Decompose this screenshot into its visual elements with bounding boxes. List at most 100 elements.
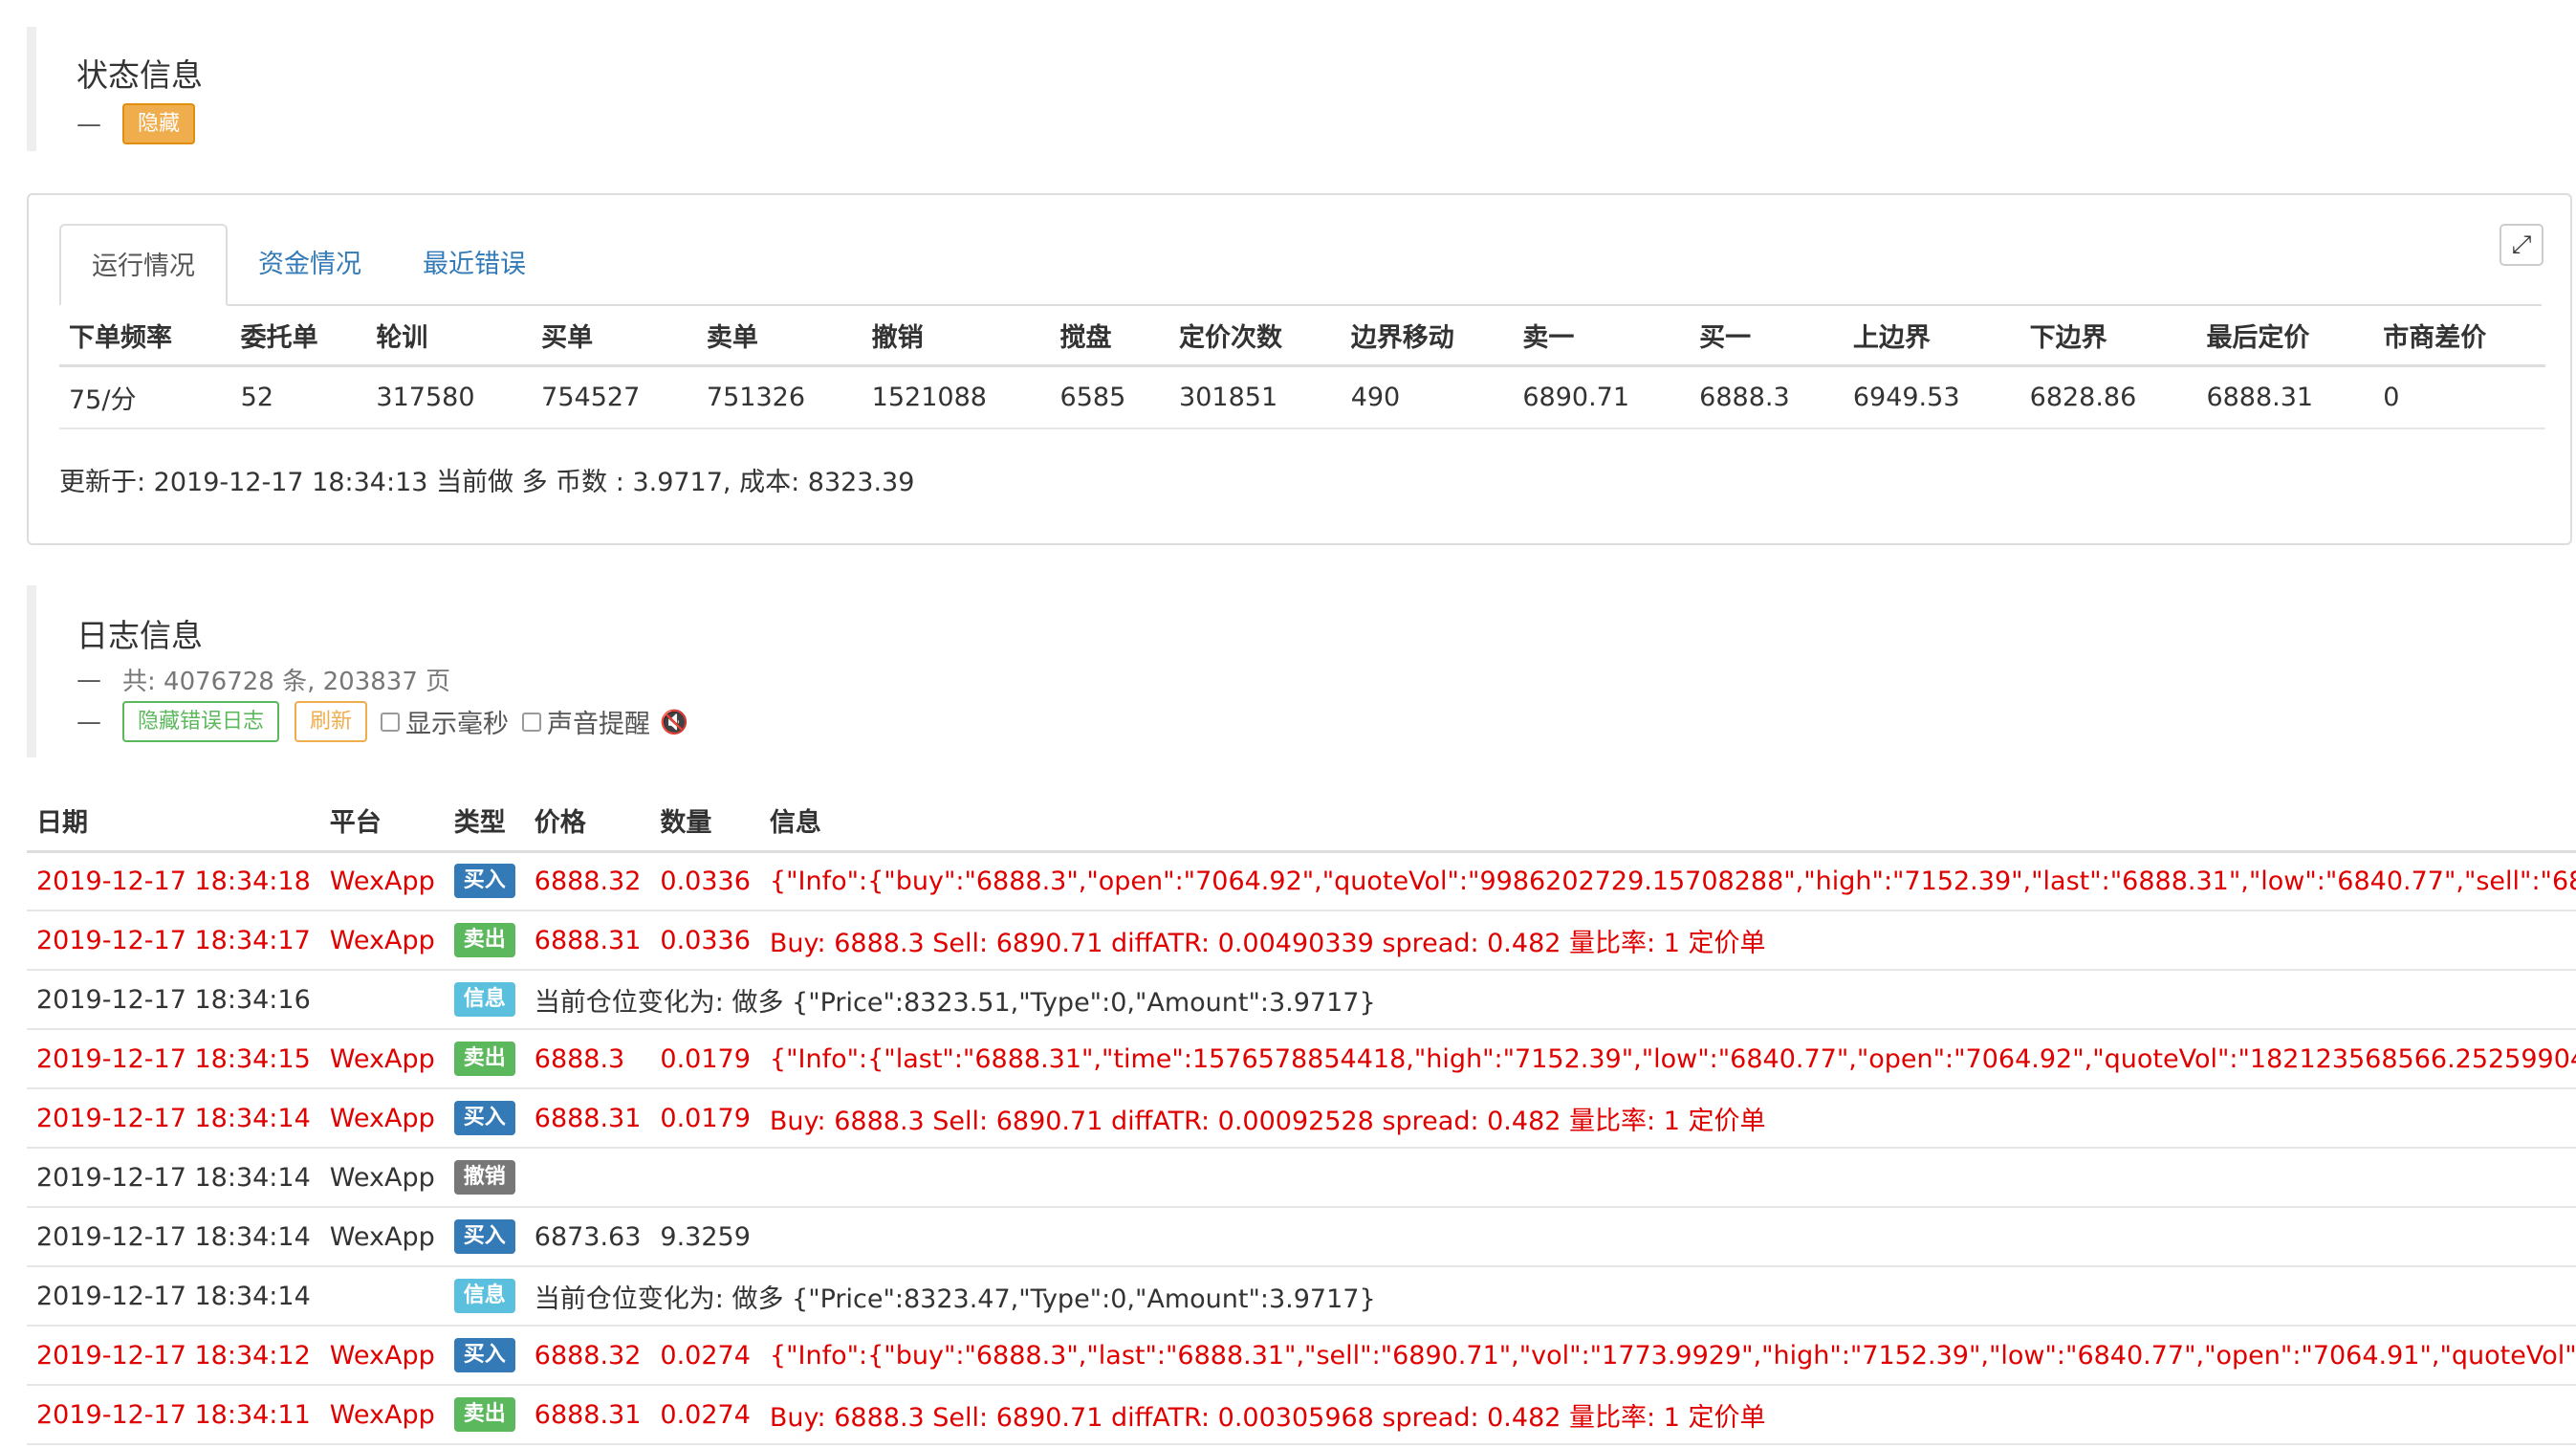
expand-icon: ⤢	[2511, 230, 2532, 259]
update-status-text: 更新于: 2019-12-17 18:34:13 当前做 多 币数 : 3.97…	[59, 468, 915, 497]
log-type: 买入	[444, 1207, 525, 1267]
log-platform: WexApp	[319, 851, 445, 911]
log-platform: WexApp	[319, 1326, 445, 1386]
log-row: 2019-12-17 18:34:15 WexApp 卖出 6888.3 0.0179{…	[27, 1029, 2576, 1089]
status-cell: 751326	[696, 365, 862, 429]
status-column-header: 最后定价	[2196, 306, 2374, 367]
dash: —	[76, 707, 101, 736]
status-column-header: 上边界	[1843, 306, 2020, 367]
log-price: 6888.31	[524, 1385, 651, 1445]
status-column-header: 轮训	[366, 306, 533, 367]
status-cell: 75/分	[59, 365, 231, 429]
tab-0[interactable]: 运行情况	[59, 224, 228, 306]
log-info: {"Info":{"buy":"6888.3","last":"6888.31"…	[759, 1326, 2576, 1386]
log-row: 2019-12-17 18:34:14 WexApp 撤销	[27, 1148, 2576, 1208]
log-date: 2019-12-17 18:34:14	[27, 1207, 320, 1267]
status-table-row: 75/分 52 317580 754527 751326 1521088 6585 30185…	[59, 365, 2545, 429]
log-column-header: 信息	[759, 790, 2576, 853]
log-info	[759, 1207, 2576, 1267]
log-date: 2019-12-17 18:34:11	[27, 1385, 320, 1445]
status-cell: 6828.86	[2019, 365, 2197, 429]
status-column-header: 买单	[532, 306, 697, 367]
log-date: 2019-12-17 18:34:14	[27, 1148, 320, 1208]
hide-status-button[interactable]: 隐藏	[122, 103, 196, 144]
log-controls-line: — 隐藏错误日志 刷新 显示毫秒 声音提醒 🔇	[76, 701, 688, 742]
log-date: 2019-12-17 18:34:15	[27, 1029, 320, 1089]
status-section-title: 状态信息	[76, 56, 203, 94]
tab-1[interactable]: 资金情况	[228, 224, 392, 306]
log-type: 买入	[444, 851, 525, 911]
log-section-title: 日志信息	[76, 617, 203, 654]
sound-alert-checkbox[interactable]: 声音提醒	[522, 703, 650, 740]
log-column-header: 价格	[524, 790, 651, 853]
log-platform: WexApp	[319, 1385, 445, 1445]
show-ms-label: 显示毫秒	[405, 710, 510, 739]
log-amount: 9.3259	[650, 1207, 760, 1267]
log-info: {"Info":{"buy":"6888.3","open":"7064.92"…	[759, 851, 2576, 911]
log-platform: WexApp	[319, 1207, 445, 1267]
log-amount: 0.0274	[650, 1326, 760, 1386]
status-column-header: 边界移动	[1341, 306, 1514, 367]
log-info: 当前仓位变化为: 做多 {"Price":8323.51,"Type":0,"A…	[524, 970, 2576, 1030]
log-info: Buy: 6888.3 Sell: 6890.71 diffATR: 0.000…	[759, 1088, 2576, 1149]
log-price: 6888.31	[524, 1088, 651, 1149]
log-price: 6888.32	[524, 851, 651, 911]
status-table-header: 下单频率 委托单 轮训 买单 卖单 撤销 搅盘 定价次数 边界移动 卖一 买一 上边界 下边界 最后定价市…	[59, 306, 2545, 367]
log-summary: 共: 4076728 条, 203837 页	[122, 668, 451, 696]
log-row: 2019-12-17 18:34:11 WexApp 卖出 6888.31 0.0274…	[27, 1385, 2576, 1445]
log-platform: WexApp	[319, 1148, 445, 1208]
log-row: 2019-12-17 18:34:16 信息 当前仓位变化为: 做多 {"Price…	[27, 970, 2576, 1030]
log-table: 日期 平台 类型 价格 数量 信息 2019-12-17 18:34:18 WexApp 买入…	[27, 790, 2576, 1445]
log-amount: 0.0336	[650, 910, 760, 971]
log-amount: 0.0336	[650, 851, 760, 911]
status-cell: 52	[230, 365, 367, 429]
log-type: 买入	[444, 1088, 525, 1149]
log-amount: 0.0179	[650, 1088, 760, 1149]
log-info: {"Info":{"last":"6888.31","time":1576578…	[759, 1029, 2576, 1089]
status-panel: 运行情况 资金情况 最近错误 ⤢ 下单频率 委托单 轮训 买单 卖单 撤销 搅盘 定价次数 边界移动…	[27, 193, 2572, 545]
log-price: 6888.32	[524, 1326, 651, 1386]
speaker-muted-icon[interactable]: 🔇	[660, 709, 688, 735]
log-date: 2019-12-17 18:34:14	[27, 1088, 320, 1149]
log-date: 2019-12-17 18:34:16	[27, 970, 320, 1030]
status-column-header: 卖一	[1513, 306, 1691, 367]
log-info	[759, 1148, 2576, 1208]
sound-alert-label: 声音提醒	[547, 710, 651, 739]
status-cell: 317580	[366, 365, 533, 429]
type-badge-buy: 买入	[453, 1101, 515, 1135]
log-amount: 0.0274	[650, 1385, 760, 1445]
type-badge-buy: 买入	[453, 1338, 515, 1372]
status-column-header: 下单频率	[59, 306, 231, 367]
log-row: 2019-12-17 18:34:12 WexApp 买入 6888.32 0.0274…	[27, 1326, 2576, 1386]
log-price: 6888.3	[524, 1029, 651, 1089]
hide-error-log-button[interactable]: 隐藏错误日志	[122, 701, 280, 742]
refresh-button[interactable]: 刷新	[295, 701, 368, 742]
type-badge-sell: 卖出	[453, 1397, 515, 1432]
status-column-header: 买一	[1690, 306, 1844, 367]
status-cell: 301851	[1169, 365, 1342, 429]
checkbox-box[interactable]	[522, 712, 542, 732]
status-cell: 6890.71	[1513, 365, 1691, 429]
log-platform	[319, 970, 445, 1030]
log-date: 2019-12-17 18:34:14	[27, 1266, 320, 1327]
log-price: 6873.63	[524, 1207, 651, 1267]
status-column-header: 搅盘	[1050, 306, 1170, 367]
log-price: 6888.31	[524, 910, 651, 971]
tab-2[interactable]: 最近错误	[392, 224, 557, 306]
log-type: 卖出	[444, 1029, 525, 1089]
log-row: 2019-12-17 18:34:14 信息 当前仓位变化为: 做多 {"Price…	[27, 1266, 2576, 1327]
log-section-header: 日志信息 — 共: 4076728 条, 203837 页 — 隐藏错误日志 刷…	[27, 585, 688, 757]
log-row: 2019-12-17 18:34:17 WexApp 卖出 6888.31 0.0336…	[27, 910, 2576, 971]
log-type: 撤销	[444, 1148, 525, 1208]
log-column-header: 类型	[444, 790, 525, 853]
log-amount: 0.0179	[650, 1029, 760, 1089]
checkbox-box[interactable]	[381, 712, 401, 732]
log-platform: WexApp	[319, 1029, 445, 1089]
log-type: 卖出	[444, 910, 525, 971]
status-table: 下单频率 委托单 轮训 买单 卖单 撤销 搅盘 定价次数 边界移动 卖一 买一 上边界 下边界 最后定价市…	[59, 306, 2545, 429]
log-amount	[650, 1148, 760, 1208]
type-badge-buy: 买入	[453, 1219, 515, 1254]
log-type: 信息	[444, 1266, 525, 1327]
expand-button[interactable]: ⤢	[2500, 224, 2543, 266]
show-ms-checkbox[interactable]: 显示毫秒	[381, 703, 509, 740]
